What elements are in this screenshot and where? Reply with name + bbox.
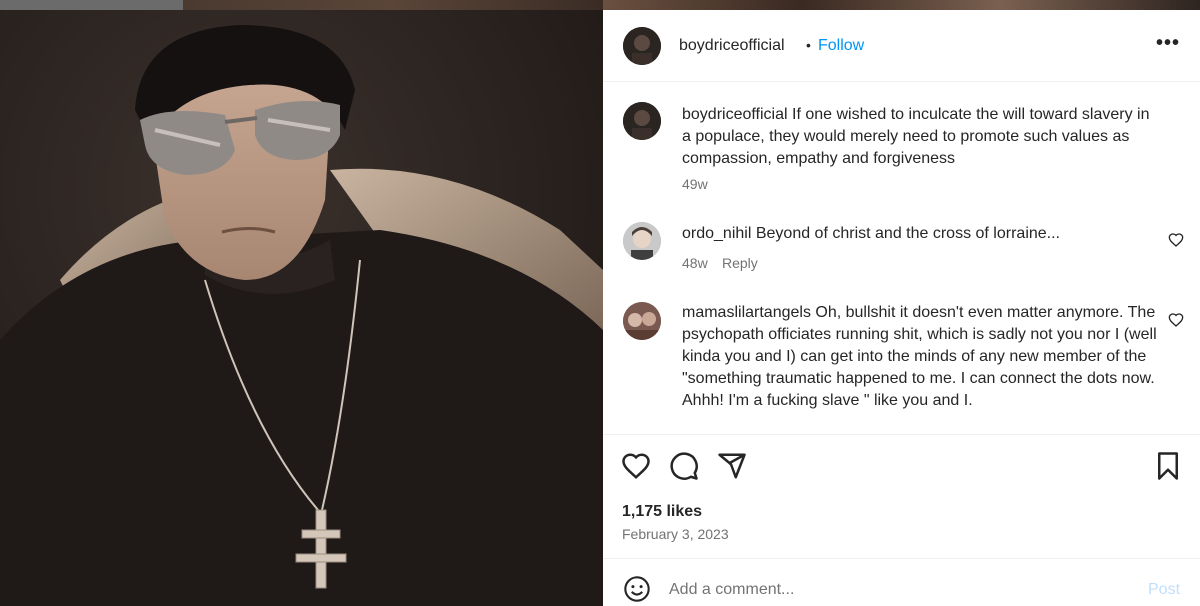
comment-timestamp[interactable]: 48w [682, 255, 708, 271]
portrait-illustration [0, 10, 603, 606]
caption-avatar[interactable] [623, 102, 661, 140]
comment-username[interactable]: ordo_nihil [682, 225, 751, 242]
post-panel: boydriceofficial • Follow ••• boydriceof… [603, 10, 1200, 606]
separator-dot: • [806, 37, 811, 53]
avatar-image [623, 27, 661, 65]
heart-icon[interactable] [1168, 312, 1184, 328]
comment-avatar[interactable] [623, 222, 661, 260]
post-date: February 3, 2023 [622, 526, 729, 542]
comment-body: Beyond of christ and the cross of lorrai… [755, 225, 1060, 242]
post-header: boydriceofficial • Follow ••• [603, 10, 1200, 82]
add-comment-input[interactable] [669, 577, 1129, 603]
header-username[interactable]: boydriceofficial [679, 37, 785, 55]
avatar-image [623, 222, 661, 260]
comment-avatar[interactable] [623, 302, 661, 340]
avatar-image [623, 302, 661, 340]
caption-text: boydriceofficial If one wished to inculc… [682, 104, 1162, 170]
heart-icon[interactable] [1168, 232, 1184, 248]
heart-icon[interactable] [621, 451, 651, 481]
emoji-icon[interactable] [623, 575, 651, 603]
top-strip [0, 0, 1200, 10]
post-button[interactable]: Post [1148, 581, 1180, 599]
caption-username[interactable]: boydriceofficial [682, 106, 788, 123]
add-comment-bar: Post [603, 558, 1200, 606]
comment-text: ordo_nihil Beyond of christ and the cros… [682, 223, 1142, 245]
more-icon[interactable]: ••• [1156, 32, 1180, 55]
share-icon[interactable] [717, 451, 747, 481]
post-image [0, 10, 603, 606]
caption-timestamp[interactable]: 49w [682, 176, 708, 192]
likes-count[interactable]: 1,175 likes [622, 503, 702, 521]
reply-button[interactable]: Reply [722, 255, 758, 271]
comment-username[interactable]: mamaslilartangels [682, 304, 811, 321]
bookmark-icon[interactable] [1153, 451, 1183, 481]
action-bar: 1,175 likes February 3, 2023 [603, 434, 1200, 571]
comment-icon[interactable] [669, 451, 699, 481]
comment-text: mamaslilartangels Oh, bullshit it doesn'… [682, 302, 1157, 412]
follow-button[interactable]: Follow [818, 37, 864, 55]
avatar-image [623, 102, 661, 140]
avatar[interactable] [623, 27, 661, 65]
